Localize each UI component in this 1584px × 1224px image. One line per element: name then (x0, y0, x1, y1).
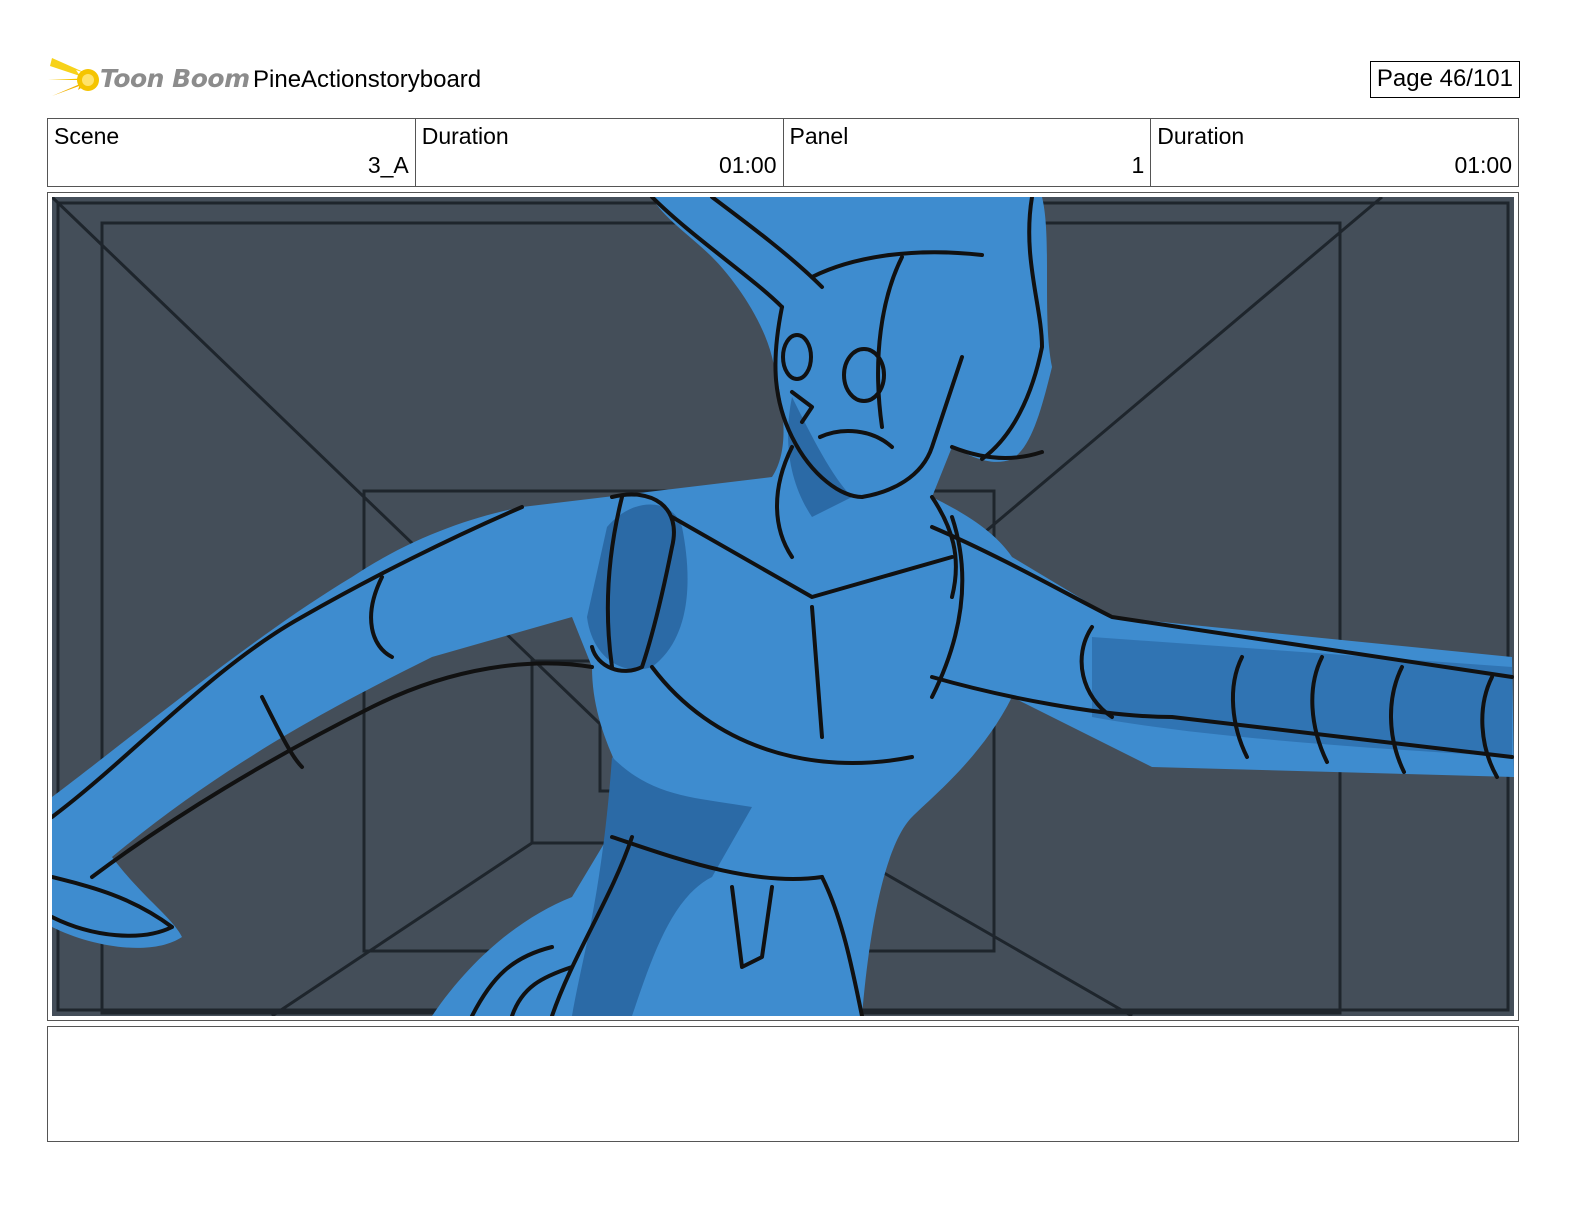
panel-duration-value: 01:00 (1454, 152, 1512, 178)
scene-cell: Scene 3_A (48, 119, 416, 186)
page-header: Toon Boom PineActionstoryboard Page 46/1… (48, 54, 1520, 106)
project-title: PineActionstoryboard (253, 66, 482, 93)
panel-duration-label: Duration (1157, 123, 1245, 149)
panel-duration-cell: Duration 01:00 (1151, 119, 1518, 186)
panel-label: Panel (789, 123, 849, 149)
scene-label: Scene (54, 123, 120, 149)
storyboard-panel (47, 192, 1519, 1021)
scene-duration-value: 01:00 (718, 152, 777, 178)
scene-info-table: Scene 3_A Duration 01:00 Panel 1 Duratio… (47, 118, 1519, 187)
panel-value: 1 (1131, 152, 1145, 178)
star-burst-icon (48, 58, 99, 96)
scene-value: 3_A (367, 152, 409, 178)
scene-duration-label: Duration (421, 123, 509, 149)
scene-duration-cell: Duration 01:00 (416, 119, 784, 186)
page-indicator: Page 46/101 (1369, 61, 1520, 98)
toon-boom-logo: Toon Boom (48, 54, 250, 106)
panel-cell: Panel 1 (784, 119, 1152, 186)
panel-drawing (52, 197, 1514, 1016)
logo-text: Toon Boom (100, 64, 250, 93)
panel-notes-box (47, 1026, 1519, 1142)
